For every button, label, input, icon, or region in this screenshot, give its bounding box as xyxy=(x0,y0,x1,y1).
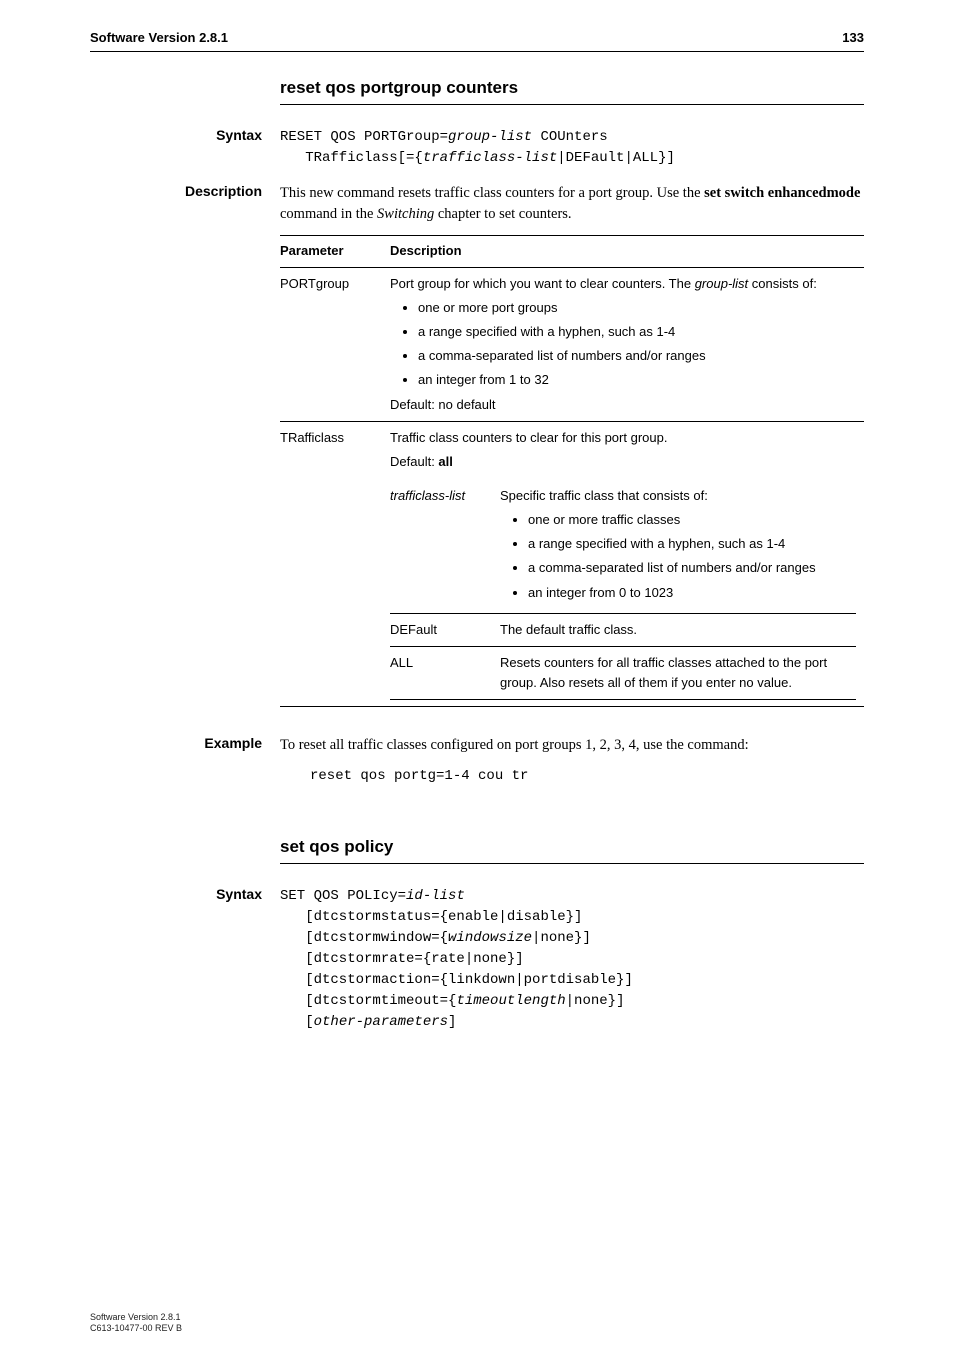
param-desc: Port group for which you want to clear c… xyxy=(390,267,864,421)
list-item: a range specified with a hyphen, such as… xyxy=(418,320,856,344)
subparam-name: ALL xyxy=(390,646,500,699)
header-left: Software Version 2.8.1 xyxy=(90,30,228,45)
label-syntax: Syntax xyxy=(90,127,280,169)
list-item: a comma-separated list of numbers and/or… xyxy=(418,344,856,368)
list-item: a range specified with a hyphen, such as… xyxy=(528,532,848,556)
description-paragraph: This new command resets traffic class co… xyxy=(280,183,864,225)
list-item: one or more traffic classes xyxy=(528,508,848,532)
default-text: Default: no default xyxy=(390,395,856,415)
section-title-reset-qos: reset qos portgroup counters xyxy=(280,78,864,105)
example-paragraph: To reset all traffic classes configured … xyxy=(280,735,864,756)
subparam-name: trafficlass-list xyxy=(390,480,500,613)
param-name: PORTgroup xyxy=(280,267,390,421)
subparam-desc: Resets counters for all traffic classes … xyxy=(500,646,856,699)
label-syntax: Syntax xyxy=(90,886,280,1033)
parameter-table: Parameter Description PORTgroup Port gro… xyxy=(280,235,864,707)
section-title-set-qos-policy: set qos policy xyxy=(280,837,864,864)
label-example: Example xyxy=(90,735,280,787)
list-item: a comma-separated list of numbers and/or… xyxy=(528,556,848,580)
running-header: Software Version 2.8.1 133 xyxy=(90,30,864,52)
param-name: TRafficlass xyxy=(280,421,390,706)
param-desc: Traffic class counters to clear for this… xyxy=(390,421,864,706)
list-item: an integer from 1 to 32 xyxy=(418,368,856,392)
subparam-row: DEFault The default traffic class. xyxy=(390,613,856,646)
param-row-portgroup: PORTgroup Port group for which you want … xyxy=(280,267,864,421)
header-page-number: 133 xyxy=(842,30,864,45)
subparam-desc: The default traffic class. xyxy=(500,613,856,646)
list-item: an integer from 0 to 1023 xyxy=(528,581,848,605)
subparam-desc: Specific traffic class that consists of:… xyxy=(500,480,856,613)
th-description: Description xyxy=(390,236,864,268)
th-parameter: Parameter xyxy=(280,236,390,268)
footer-line1: Software Version 2.8.1 xyxy=(90,1312,182,1324)
list-item: one or more port groups xyxy=(418,296,856,320)
subparam-row: ALL Resets counters for all traffic clas… xyxy=(390,646,856,699)
label-description: Description xyxy=(90,183,280,707)
example-code: reset qos portg=1-4 cou tr xyxy=(310,766,864,787)
syntax-code: SET QOS POLIcy=id-list [dtcstormstatus={… xyxy=(280,886,864,1033)
subparam-row: trafficlass-list Specific traffic class … xyxy=(390,480,856,613)
param-row-trafficlass: TRafficlass Traffic class counters to cl… xyxy=(280,421,864,706)
syntax-code: RESET QOS PORTGroup=group-list COUnters … xyxy=(280,127,864,169)
footer-line2: C613-10477-00 REV B xyxy=(90,1323,182,1335)
footer: Software Version 2.8.1 C613-10477-00 REV… xyxy=(90,1312,182,1335)
subparam-name: DEFault xyxy=(390,613,500,646)
